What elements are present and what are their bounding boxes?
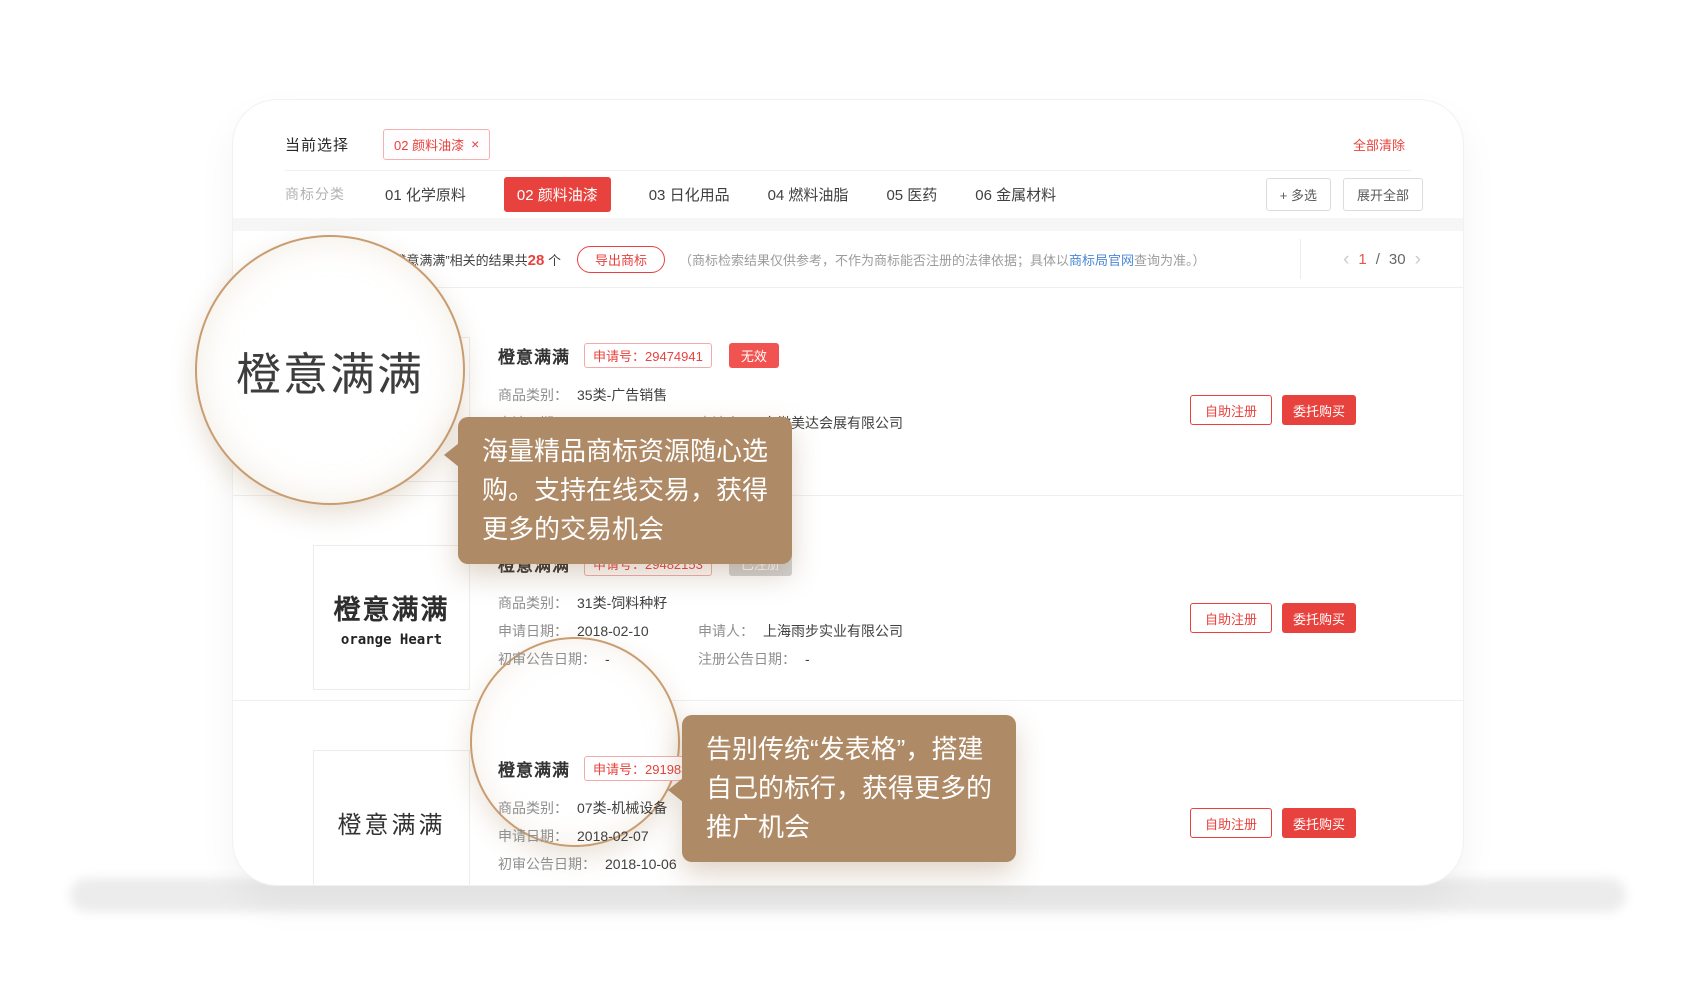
self-register-button[interactable]: 自助注册 [1190, 395, 1272, 425]
category-item-02-selected[interactable]: 02 颜料油漆 [504, 177, 611, 212]
row-2-details: 橙意满满 申请号：29482153 已注册 商品类别：31类-饲料种籽 申请日期… [498, 550, 903, 673]
results-header: 当前分类下检索到“橙意满满”相关的结果共28 个 导出商标 （商标检索结果仅供参… [285, 231, 1463, 287]
self-register-button[interactable]: 自助注册 [1190, 603, 1272, 633]
page: 当前选择 02 颜料油漆 × 全部清除 商标分类 01 化学原料 02 颜料油漆… [0, 0, 1696, 1002]
next-page-icon[interactable]: › [1415, 250, 1421, 269]
applicant-value: 上海雨步实业有限公司 [763, 621, 903, 641]
selected-filter-tag[interactable]: 02 颜料油漆 × [383, 129, 490, 160]
status-badge-invalid: 无效 [729, 343, 779, 368]
prev-page-icon[interactable]: ‹ [1343, 250, 1349, 269]
clear-all-button[interactable]: 全部清除 [1353, 135, 1405, 154]
trademark-name: 橙意满满 [498, 343, 570, 368]
reg-publication-value: - [805, 651, 810, 667]
category-item-05[interactable]: 05 医药 [886, 184, 937, 205]
trademark-thumbnail-2[interactable]: 橙意满满 orange Heart [313, 545, 470, 690]
remove-filter-icon[interactable]: × [471, 136, 479, 152]
divider [233, 495, 1463, 496]
category-item-01[interactable]: 01 化学原料 [385, 184, 466, 205]
expand-all-button[interactable]: 展开全部 [1343, 178, 1423, 211]
commission-purchase-button[interactable]: 委托购买 [1282, 395, 1356, 425]
apply-date-value: 2018-02-10 [577, 623, 649, 639]
row-2-actions: 自助注册 委托购买 [1190, 603, 1356, 633]
category-item-06[interactable]: 06 金属材料 [975, 184, 1056, 205]
row-3-details: 橙意满满 申请号：29198321 商品类别：07类-机械设备 申请日期：201… [498, 755, 712, 878]
pagination: ‹ 1 / 30 › [1300, 239, 1463, 279]
current-selection-label: 当前选择 [285, 134, 349, 155]
trademark-thumbnail-3[interactable]: 橙意满满 [313, 750, 470, 885]
category-item-03[interactable]: 03 日化用品 [649, 184, 730, 205]
thumbnail-text: 橙意满满 [334, 588, 450, 627]
first-publication-value: 2018-10-06 [605, 856, 677, 872]
section-gap [233, 218, 1463, 231]
multi-select-button[interactable]: + 多选 [1266, 178, 1331, 211]
commission-purchase-button[interactable]: 委托购买 [1282, 808, 1356, 838]
result-count-number: 28 [528, 252, 545, 269]
tooltip-promotion: 告别传统“发表格”，搭建 自己的标行，获得更多的 推广机会 [682, 715, 1016, 862]
category-bar: 商标分类 01 化学原料 02 颜料油漆 03 日化用品 04 燃料油脂 05 … [285, 170, 1423, 218]
self-register-button[interactable]: 自助注册 [1190, 808, 1272, 838]
category-item-04[interactable]: 04 燃料油脂 [768, 184, 849, 205]
trademark-office-link[interactable]: 商标局官网 [1069, 253, 1134, 268]
filter-bar: 当前选择 02 颜料油漆 × 全部清除 [285, 118, 1423, 170]
row-3-actions: 自助注册 委托购买 [1190, 808, 1356, 838]
disclaimer-text: （商标检索结果仅供参考，不作为商标能否注册的法律依据；具体以商标局官网查询为准。… [679, 250, 1206, 269]
thumbnail-text: 橙意满满 [338, 805, 446, 840]
goods-category-value: 35类-广告销售 [577, 385, 667, 405]
goods-category-value: 31类-饲料种籽 [577, 593, 667, 613]
tooltip-trademark-resources: 海量精品商标资源随心选 购。支持在线交易，获得 更多的交易机会 [458, 417, 792, 564]
application-number-tag: 申请号：29474941 [584, 343, 712, 368]
apply-date-value: 2018-02-07 [577, 828, 649, 844]
current-page: 1 [1358, 251, 1366, 268]
magnifier-circle-trademark: 橙意满满 [195, 235, 465, 505]
selected-filter-tag-label: 02 颜料油漆 [394, 135, 464, 154]
commission-purchase-button[interactable]: 委托购买 [1282, 603, 1356, 633]
row-1-actions: 自助注册 委托购买 [1190, 395, 1356, 425]
first-publication-value: - [605, 651, 610, 667]
result-row-2: 橙意满满 orange Heart 橙意满满 申请号：29482153 已注册 … [233, 495, 1463, 700]
divider [233, 700, 1463, 701]
export-trademark-button[interactable]: 导出商标 [577, 246, 665, 273]
magnified-trademark-text: 橙意满满 [236, 338, 424, 403]
trademark-name: 橙意满满 [498, 756, 570, 781]
goods-category-value: 07类-机械设备 [577, 798, 667, 818]
thumbnail-subtext: orange Heart [341, 632, 442, 648]
category-bar-actions: + 多选 展开全部 [1266, 178, 1423, 211]
category-bar-label: 商标分类 [285, 184, 345, 204]
total-pages: 30 [1389, 251, 1406, 268]
